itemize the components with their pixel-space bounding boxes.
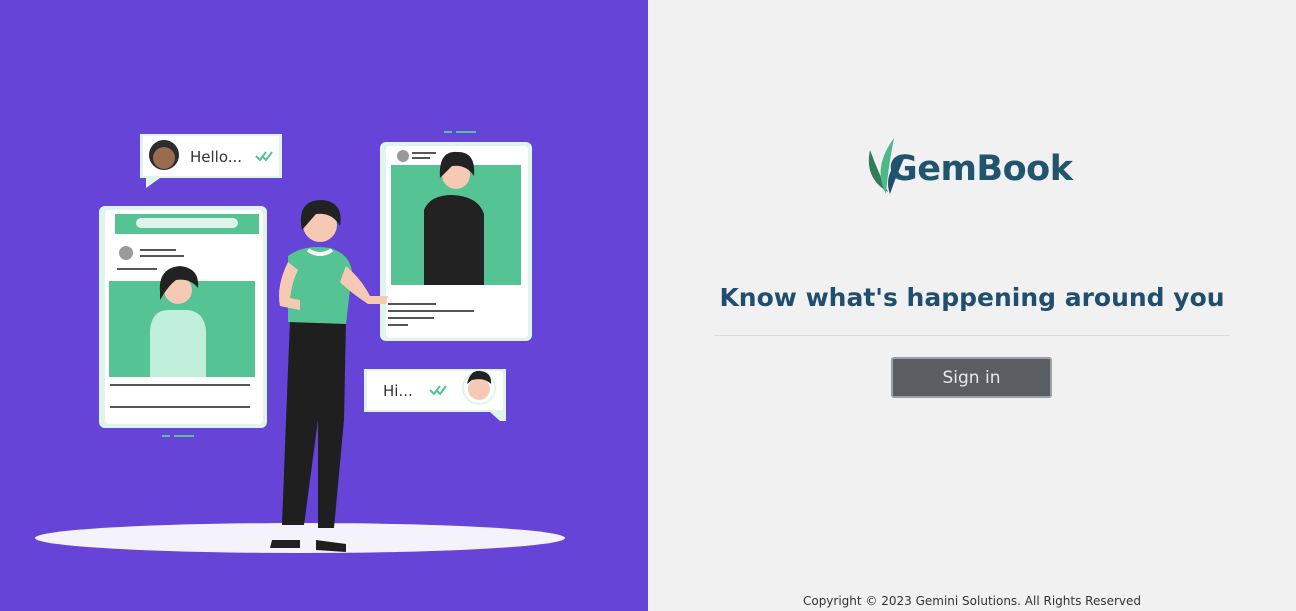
chat-bubble-hi: Hi... xyxy=(364,369,506,421)
gembook-logo: GemBook xyxy=(862,132,1082,198)
divider xyxy=(714,335,1230,336)
phone-card-left xyxy=(99,206,267,428)
copyright-footer: Copyright © 2023 Gemini Solutions. All R… xyxy=(802,594,1142,608)
signin-panel: GemBook Know what's happening around you… xyxy=(648,0,1296,611)
floor-shadow xyxy=(35,523,565,553)
svg-text:Hello...: Hello... xyxy=(190,148,242,166)
hero-illustration-panel: Hello... Hi... xyxy=(0,0,648,611)
svg-text:Hi...: Hi... xyxy=(383,382,413,400)
sign-in-button[interactable]: Sign in xyxy=(891,357,1052,398)
tagline-heading: Know what's happening around you xyxy=(719,283,1225,312)
chat-bubble-hello: Hello... xyxy=(140,134,282,188)
social-media-illustration: Hello... Hi... xyxy=(35,131,565,553)
phone-card-right xyxy=(380,142,532,341)
brand-name: GemBook xyxy=(889,149,1073,189)
